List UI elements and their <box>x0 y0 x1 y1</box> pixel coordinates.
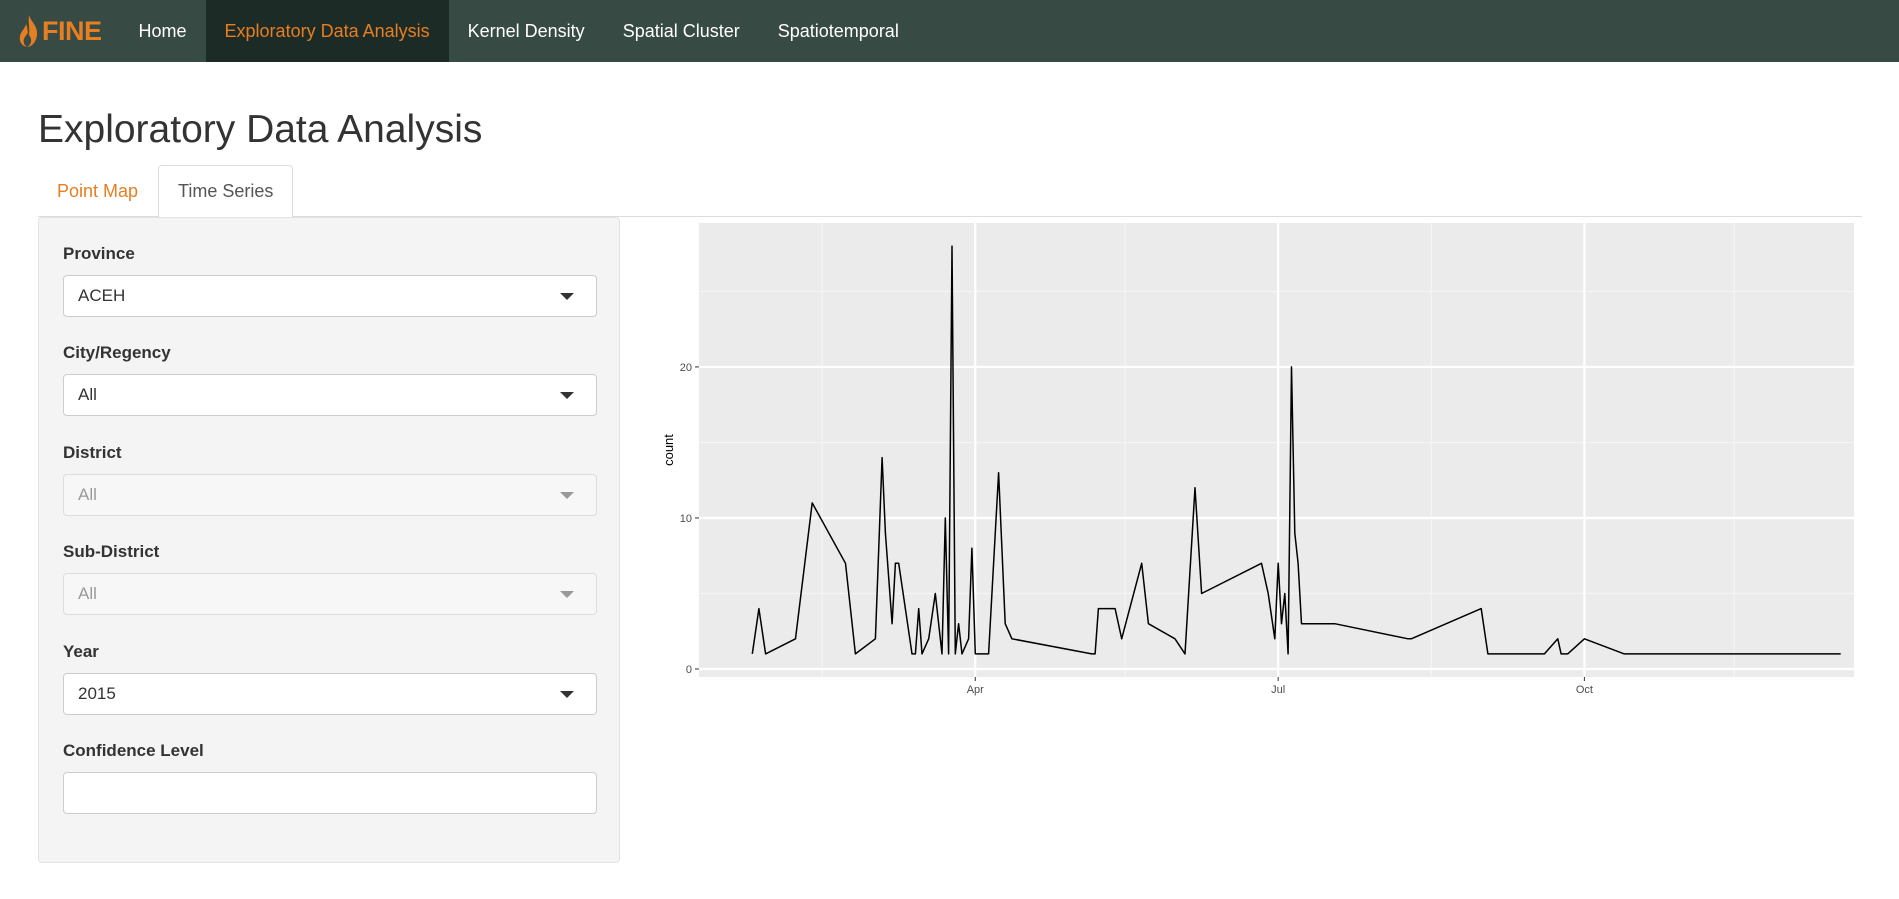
subdistrict-value: All <box>78 584 97 603</box>
province-field: Province ACEH <box>63 244 597 317</box>
province-select[interactable]: ACEH <box>63 275 597 317</box>
tab-bar: Point Map Time Series <box>38 165 1862 218</box>
confidence-field: Confidence Level <box>63 741 597 814</box>
tab-point-map[interactable]: Point Map <box>38 165 157 217</box>
chevron-down-icon <box>560 691 574 698</box>
chevron-down-icon <box>560 392 574 399</box>
page-title: Exploratory Data Analysis <box>38 108 483 151</box>
tab-time-series[interactable]: Time Series <box>158 165 294 218</box>
y-tick-label: 20 <box>680 362 692 374</box>
province-value: ACEH <box>78 286 126 305</box>
chevron-down-icon <box>560 591 574 598</box>
city-value: All <box>78 385 97 404</box>
district-label: District <box>63 443 122 462</box>
brand-logo[interactable]: FINE <box>0 0 120 62</box>
district-select: All <box>63 474 597 516</box>
subdistrict-label: Sub-District <box>63 542 160 561</box>
confidence-label: Confidence Level <box>63 741 204 760</box>
city-select[interactable]: All <box>63 374 597 416</box>
district-field: District All <box>63 443 597 516</box>
year-label: Year <box>63 642 99 661</box>
city-field: City/Regency All <box>63 343 597 416</box>
x-tick-label: Oct <box>1576 684 1593 696</box>
brand-name: FINE <box>42 15 102 46</box>
province-label: Province <box>63 244 135 263</box>
x-tick-label: Jul <box>1271 684 1285 696</box>
district-value: All <box>78 485 97 504</box>
nav-spatiotemporal[interactable]: Spatiotemporal <box>759 0 918 62</box>
year-value: 2015 <box>78 684 116 703</box>
y-tick-label: 0 <box>686 664 692 676</box>
confidence-input[interactable] <box>63 772 597 814</box>
subdistrict-field: Sub-District All <box>63 542 597 615</box>
year-field: Year 2015 <box>63 642 597 715</box>
subdistrict-select: All <box>63 573 597 615</box>
time-series-chart: 0 10 20 Apr Jul Oct count <box>655 217 1862 717</box>
y-axis-label: count <box>661 434 676 466</box>
nav-kernel-density[interactable]: Kernel Density <box>449 0 604 62</box>
filter-sidebar: Province ACEH City/Regency All District … <box>38 217 620 863</box>
flame-icon <box>19 15 38 47</box>
nav-home[interactable]: Home <box>120 0 206 62</box>
nav-spatial-cluster[interactable]: Spatial Cluster <box>604 0 759 62</box>
y-tick-label: 10 <box>680 513 692 525</box>
x-tick-label: Apr <box>967 684 984 696</box>
top-navbar: FINE Home Exploratory Data Analysis Kern… <box>0 0 1899 62</box>
chevron-down-icon <box>560 492 574 499</box>
nav-exploratory-data-analysis[interactable]: Exploratory Data Analysis <box>205 0 449 62</box>
time-series-svg: 0 10 20 Apr Jul Oct count <box>661 223 1854 696</box>
chevron-down-icon <box>560 293 574 300</box>
year-select[interactable]: 2015 <box>63 673 597 715</box>
city-label: City/Regency <box>63 343 171 362</box>
